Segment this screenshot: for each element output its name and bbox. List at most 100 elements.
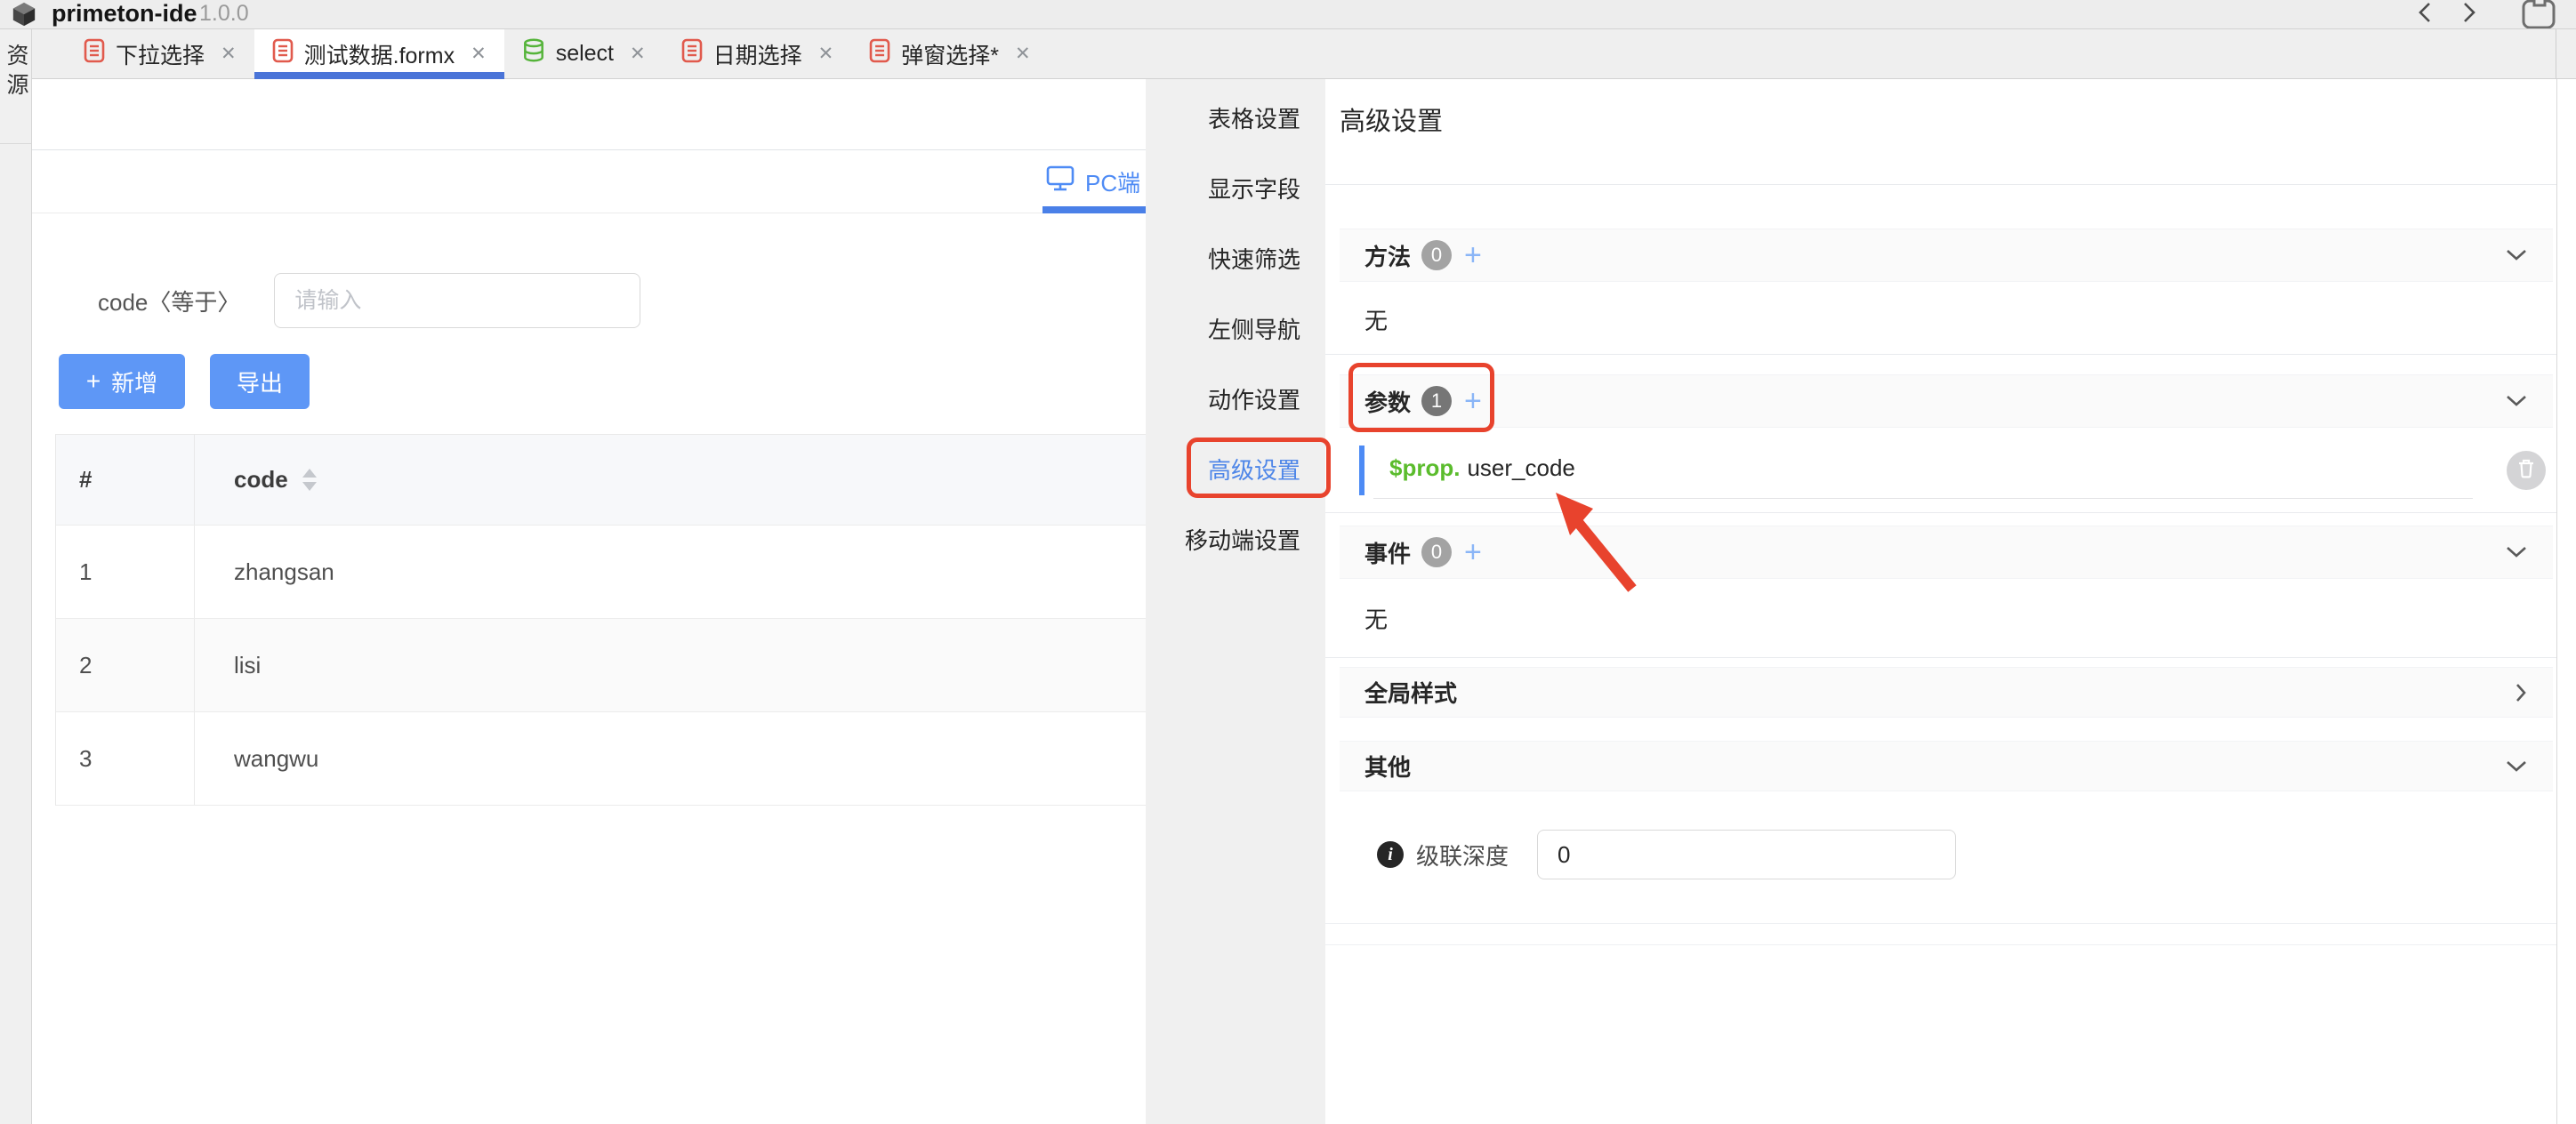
param-accent-bar [1359, 446, 1364, 495]
cascade-depth-label: 级联深度 [1416, 839, 1509, 871]
panel-divider [1325, 184, 2556, 185]
tab-select[interactable]: select ✕ [504, 29, 664, 78]
file-tab-bar: 下拉选择 ✕ 测试数据.formx ✕ select ✕ [32, 29, 2576, 79]
export-button[interactable]: 导出 [210, 354, 310, 409]
database-icon [522, 38, 545, 69]
app-version: 1.0.0 [199, 0, 249, 28]
section-events[interactable]: 事件 0 + [1340, 526, 2553, 579]
section-params[interactable]: 参数 1 + [1340, 374, 2553, 428]
row-index-cell: 2 [56, 619, 195, 711]
sort-desc-icon[interactable] [302, 482, 317, 491]
section-global-style[interactable]: 全局样式 [1340, 667, 2553, 718]
sidebar-divider [0, 143, 31, 144]
tab-close-icon[interactable]: ✕ [818, 43, 834, 65]
history-nav [2416, 0, 2478, 29]
count-badge: 0 [1421, 537, 1452, 567]
nav-back-icon[interactable] [2416, 1, 2434, 28]
add-method-icon[interactable]: + [1464, 240, 1482, 270]
param-prefix: $prop. [1389, 454, 1460, 481]
trash-icon [2516, 458, 2536, 484]
form-file-icon [272, 38, 294, 69]
param-underline [1373, 498, 2473, 499]
section-other[interactable]: 其他 [1340, 741, 2553, 791]
menu-item-display-fields[interactable]: 显示字段 [1146, 153, 1325, 223]
count-badge: 0 [1421, 240, 1452, 270]
panel-divider [1325, 512, 2556, 513]
sidebar-resources-toggle[interactable]: 资源 [0, 44, 32, 102]
app-logo-cube-icon [11, 1, 37, 29]
chevron-down-icon [2505, 394, 2528, 408]
events-empty-text: 无 [1364, 602, 1388, 635]
monitor-icon [1046, 165, 1075, 198]
filter-field-label: code〈等于〉 [98, 285, 240, 317]
panel-scrollbar-gutter[interactable] [2556, 79, 2576, 1124]
tab-date-select[interactable]: 日期选择 ✕ [664, 29, 852, 78]
delete-param-button[interactable] [2507, 451, 2546, 490]
panel-divider [1325, 657, 2556, 658]
menu-item-quick-filter[interactable]: 快速筛选 [1146, 223, 1325, 293]
panel-title: 高级设置 [1340, 100, 1443, 138]
chevron-right-icon [2514, 682, 2528, 703]
section-label: 参数 [1364, 385, 1411, 418]
resource-sidebar: 资源 [0, 29, 32, 1124]
form-file-icon [869, 38, 890, 69]
plus-icon: + [86, 369, 101, 394]
app-title: primeton-ide [52, 0, 197, 28]
table-header-index: # [56, 435, 195, 525]
tab-close-icon[interactable]: ✕ [1015, 43, 1031, 65]
quick-filter-row: code〈等于〉 [98, 273, 640, 328]
export-button-label: 导出 [237, 365, 283, 398]
tab-close-icon[interactable]: ✕ [471, 43, 487, 65]
panel-divider [1325, 923, 2556, 924]
table-action-buttons: + 新增 导出 [59, 354, 310, 409]
param-name: user_code [1467, 454, 1574, 481]
nav-forward-icon[interactable] [2460, 1, 2478, 28]
tab-dropdown-select[interactable]: 下拉选择 ✕ [66, 29, 254, 78]
tab-label: 日期选择 [713, 38, 802, 70]
menu-item-mobile-settings[interactable]: 移动端设置 [1146, 504, 1325, 574]
chevron-down-icon [2505, 248, 2528, 262]
tab-close-icon[interactable]: ✕ [221, 43, 237, 65]
filter-value-input[interactable] [274, 273, 640, 328]
sort-asc-icon[interactable] [302, 469, 317, 478]
menu-item-left-nav[interactable]: 左侧导航 [1146, 293, 1325, 364]
tab-pc-view[interactable]: PC端 [1046, 150, 1140, 213]
section-label: 其他 [1364, 750, 1411, 783]
add-button-label: 新增 [111, 365, 157, 398]
tab-label: 弹窗选择* [901, 38, 999, 70]
device-tab-label: PC端 [1085, 165, 1140, 198]
param-item-row[interactable]: $prop. user_code [1340, 444, 2553, 499]
section-label: 方法 [1364, 239, 1411, 272]
layout-panel-icon[interactable] [2521, 0, 2556, 29]
chevron-down-icon [2505, 759, 2528, 774]
settings-menu: 表格设置 显示字段 快速筛选 左侧导航 动作设置 高级设置 移动端设置 [1146, 79, 1325, 1124]
add-param-icon[interactable]: + [1464, 386, 1482, 416]
menu-item-advanced-settings[interactable]: 高级设置 [1146, 434, 1325, 504]
tab-close-icon[interactable]: ✕ [630, 43, 646, 65]
cascade-depth-input[interactable] [1537, 830, 1956, 879]
count-badge: 1 [1421, 386, 1452, 416]
info-icon: i [1377, 841, 1404, 868]
chevron-down-icon [2505, 545, 2528, 559]
settings-overlay: 表格设置 显示字段 快速筛选 左侧导航 动作设置 高级设置 移动端设置 高级设置… [1146, 79, 2576, 1124]
cascade-depth-row: i 级联深度 [1340, 830, 1956, 879]
panel-divider [1325, 944, 2556, 945]
tab-popup-select[interactable]: 弹窗选择* ✕ [851, 29, 1048, 78]
menu-item-table-settings[interactable]: 表格设置 [1146, 83, 1325, 153]
add-event-icon[interactable]: + [1464, 537, 1482, 567]
methods-empty-text: 无 [1364, 303, 1388, 336]
sort-carets-icon[interactable] [302, 469, 317, 491]
row-index-cell: 3 [56, 712, 195, 805]
menu-item-action-settings[interactable]: 动作设置 [1146, 364, 1325, 434]
column-label: code [234, 466, 288, 494]
add-row-button[interactable]: + 新增 [59, 354, 185, 409]
row-index-cell: 1 [56, 526, 195, 618]
app-header: primeton-ide 1.0.0 [0, 0, 2576, 29]
section-label: 全局样式 [1364, 676, 1457, 709]
tab-label: 测试数据.formx [304, 38, 455, 70]
advanced-settings-panel: 高级设置 方法 0 + 无 参数 1 + [1325, 79, 2556, 1124]
tab-test-data-formx[interactable]: 测试数据.formx ✕ [254, 29, 504, 78]
section-methods[interactable]: 方法 0 + [1340, 229, 2553, 282]
tab-label: 下拉选择 [116, 38, 205, 70]
tab-label: select [556, 41, 614, 67]
